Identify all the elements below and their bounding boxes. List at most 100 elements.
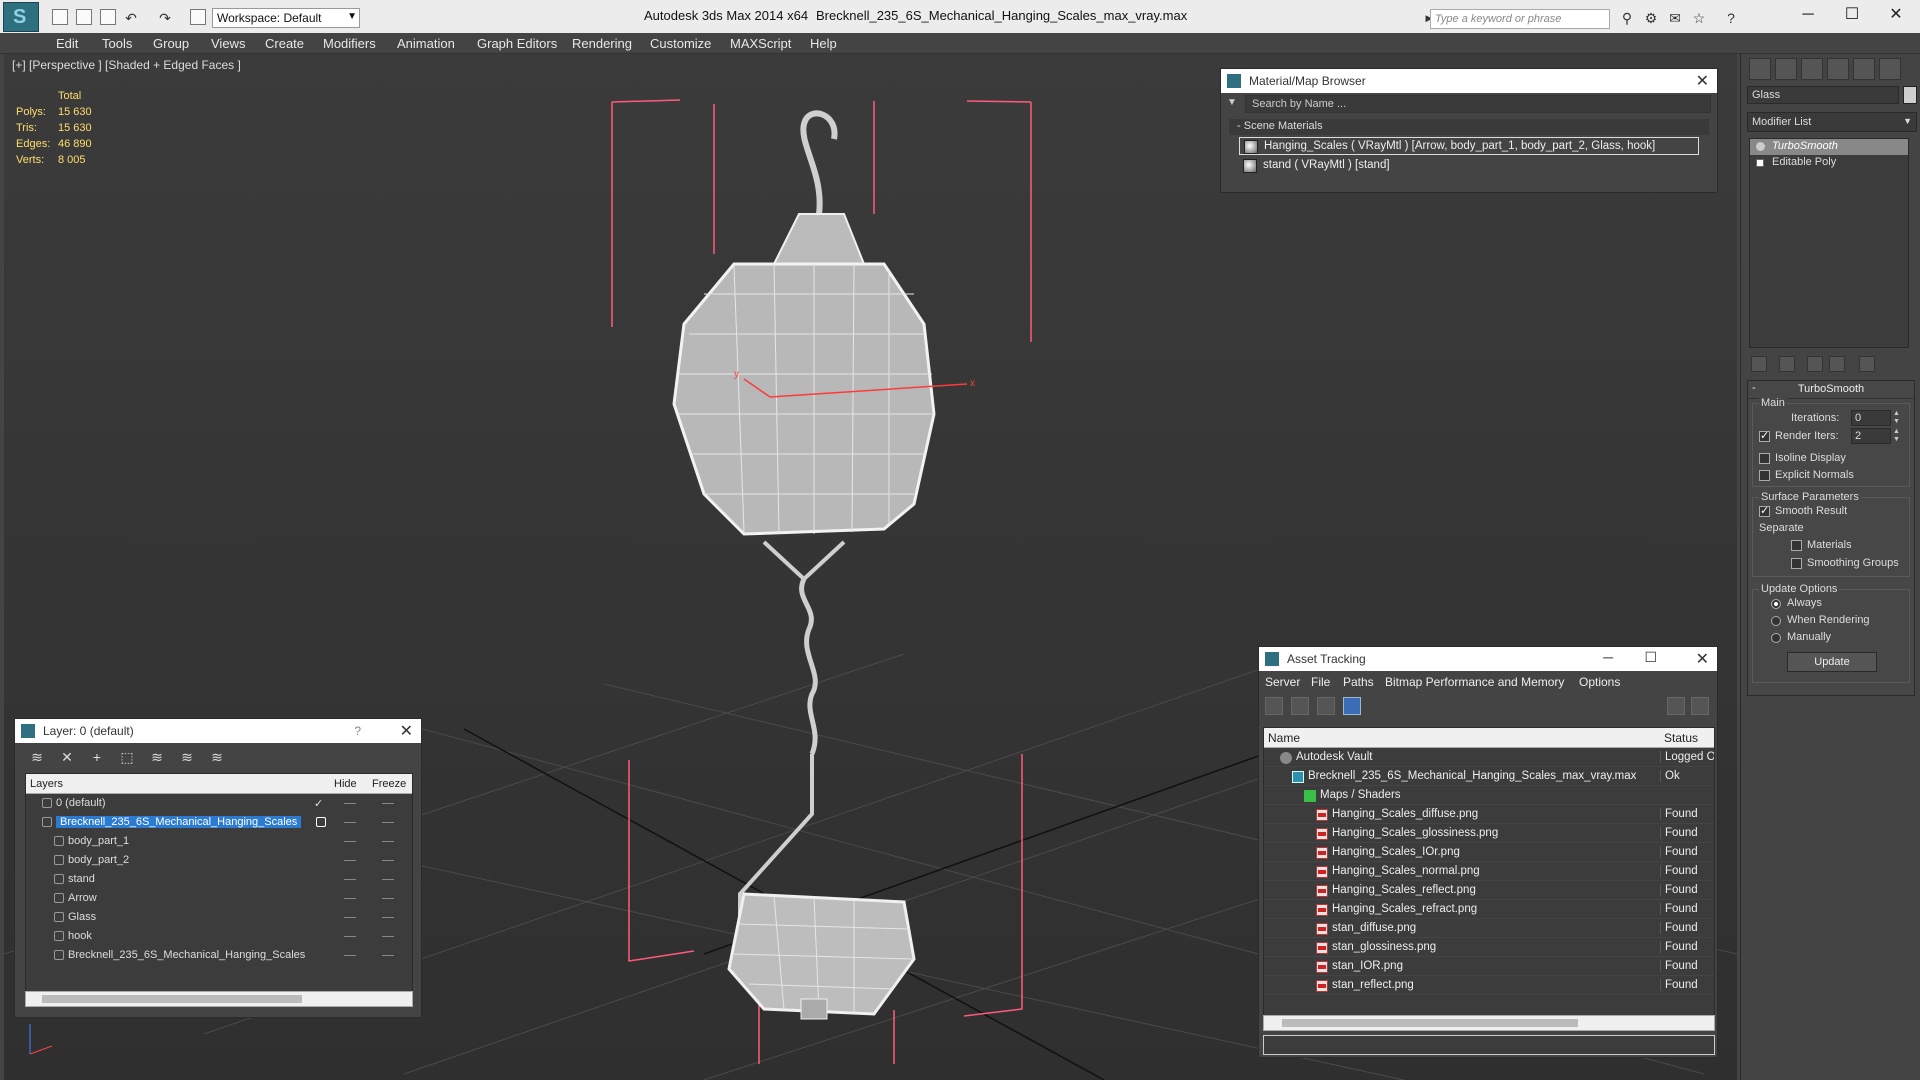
column-layers[interactable]: Layers (30, 778, 63, 790)
favorites-icon[interactable]: ☆ (1690, 10, 1708, 26)
layer-horizontal-scrollbar[interactable] (25, 991, 413, 1007)
freeze-toggle[interactable] (382, 860, 394, 861)
isoline-display-checkbox[interactable] (1759, 453, 1770, 464)
search-options-icon[interactable]: ▼ (1227, 97, 1237, 108)
spinner-arrows-icon[interactable]: ▲ ▼ (1893, 428, 1901, 444)
vault-settings-icon[interactable] (1691, 697, 1709, 715)
layer-row[interactable]: Brecknell_235_6S_Mechanical_Hanging_Scal… (26, 813, 412, 832)
asset-menu-file[interactable]: File (1311, 675, 1330, 689)
material-item[interactable]: stand ( VRayMtl ) [stand] (1239, 157, 1699, 175)
hide-toggle[interactable] (344, 898, 356, 899)
maximize-button[interactable]: ☐ (1644, 649, 1657, 666)
menu-rendering[interactable]: Rendering (572, 36, 632, 51)
material-search-input[interactable]: Search by Name ... (1245, 95, 1711, 113)
asset-row[interactable]: Hanging_Scales_diffuse.png Found (1264, 805, 1714, 824)
help-icon[interactable]: ? (354, 724, 361, 738)
table-view-icon[interactable] (1317, 697, 1335, 715)
stack-item-editable-poly[interactable]: Editable Poly (1750, 155, 1908, 171)
menu-edit[interactable]: Edit (56, 36, 78, 51)
separate-smoothing-groups-checkbox[interactable] (1791, 558, 1802, 569)
asset-row[interactable]: Hanging_Scales_reflect.png Found (1264, 881, 1714, 900)
workspace-dropdown[interactable]: Workspace: Default ▼ (212, 8, 360, 28)
asset-menu-options[interactable]: Options (1579, 675, 1620, 689)
smooth-result-checkbox[interactable] (1759, 504, 1770, 517)
menu-graph-editors[interactable]: Graph Editors (477, 36, 557, 51)
asset-row[interactable]: Brecknell_235_6S_Mechanical_Hanging_Scal… (1264, 767, 1714, 786)
keyword-search-input[interactable]: Type a keyword or phrase (1430, 9, 1610, 29)
object-name-field[interactable]: Glass (1747, 86, 1899, 104)
save-file-icon[interactable] (100, 9, 116, 25)
modifier-list-dropdown[interactable]: Modifier List ▼ (1747, 112, 1917, 132)
binoculars-icon[interactable]: ⚲ (1618, 10, 1636, 26)
layer-row[interactable]: 0 (default) ✓ (26, 794, 412, 813)
asset-row[interactable]: Hanging_Scales_refract.png Found (1264, 900, 1714, 919)
freeze-toggle[interactable] (382, 955, 394, 956)
update-button[interactable]: Update (1787, 652, 1877, 672)
freeze-toggle[interactable] (382, 803, 394, 804)
freeze-all-icon[interactable]: ≋ (209, 749, 225, 765)
pin-stack-icon[interactable] (1751, 356, 1767, 372)
undo-icon[interactable]: ↶ (122, 10, 140, 26)
update-when-rendering-radio[interactable] (1771, 616, 1781, 626)
asset-row[interactable]: Hanging_Scales_IOr.png Found (1264, 843, 1714, 862)
open-file-icon[interactable] (76, 9, 92, 25)
asset-row[interactable]: Hanging_Scales_glossiness.png Found (1264, 824, 1714, 843)
close-icon[interactable]: ✕ (1696, 649, 1709, 669)
asset-row[interactable]: Hanging_Scales_normal.png Found (1264, 862, 1714, 881)
make-unique-icon[interactable] (1807, 356, 1823, 372)
scrollbar-thumb[interactable] (42, 995, 302, 1003)
update-always-radio[interactable] (1771, 599, 1781, 609)
layer-row[interactable]: body_part_1 (26, 832, 412, 851)
lightbulb-icon[interactable] (1756, 142, 1765, 151)
menu-help[interactable]: Help (810, 36, 837, 51)
object-color-swatch[interactable] (1903, 86, 1917, 104)
utilities-tab-icon[interactable] (1879, 58, 1901, 80)
create-tab-icon[interactable] (1749, 58, 1771, 80)
display-tab-icon[interactable] (1853, 58, 1875, 80)
column-hide[interactable]: Hide (334, 778, 357, 790)
show-end-result-icon[interactable] (1779, 356, 1795, 372)
menu-views[interactable]: Views (211, 36, 245, 51)
add-to-layer-icon[interactable]: + (89, 749, 105, 765)
hide-all-icon[interactable]: ≋ (179, 749, 195, 765)
subscription-icon[interactable]: ⚙ (1642, 10, 1660, 26)
column-status[interactable]: Status (1664, 731, 1698, 745)
freeze-toggle[interactable] (382, 898, 394, 899)
project-folder-icon[interactable] (190, 9, 206, 25)
hide-toggle[interactable] (344, 803, 356, 804)
hide-toggle[interactable] (344, 841, 356, 842)
scrollbar-thumb[interactable] (1282, 1019, 1578, 1027)
expand-icon[interactable] (1756, 159, 1764, 167)
hierarchy-tab-icon[interactable] (1801, 58, 1823, 80)
asset-row[interactable]: stan_IOR.png Found (1264, 957, 1714, 976)
render-iters-checkbox[interactable] (1759, 429, 1770, 442)
viewport-label[interactable]: [+] [Perspective ] [Shaded + Edged Faces… (12, 58, 241, 72)
create-layer-icon[interactable]: ≋ (29, 749, 45, 765)
menu-group[interactable]: Group (153, 36, 189, 51)
column-name[interactable]: Name (1268, 731, 1300, 745)
remove-modifier-icon[interactable] (1829, 356, 1845, 372)
select-objects-icon[interactable]: ⬚ (119, 749, 135, 765)
stack-item-turbosmooth[interactable]: TurboSmooth (1750, 139, 1908, 155)
freeze-toggle[interactable] (382, 822, 394, 823)
separate-materials-checkbox[interactable] (1791, 540, 1802, 551)
render-iters-spinner[interactable]: 2 (1851, 428, 1891, 444)
vault-help-icon[interactable] (1667, 697, 1685, 715)
menu-create[interactable]: Create (265, 36, 304, 51)
material-browser-titlebar[interactable]: Material/Map Browser ✕ (1221, 69, 1717, 93)
layer-row[interactable]: Glass (26, 908, 412, 927)
refresh-icon[interactable] (1265, 697, 1283, 715)
redo-icon[interactable]: ↷ (156, 10, 174, 26)
hide-toggle[interactable] (344, 822, 356, 823)
freeze-toggle[interactable] (382, 879, 394, 880)
asset-menu-bitmap[interactable]: Bitmap Performance and Memory (1385, 675, 1564, 689)
iterations-spinner[interactable]: 0 (1851, 410, 1891, 426)
layer-row[interactable]: Brecknell_235_6S_Mechanical_Hanging_Scal… (26, 946, 412, 965)
highlight-layer-icon[interactable]: ≋ (149, 749, 165, 765)
update-manually-radio[interactable] (1771, 633, 1781, 643)
freeze-toggle[interactable] (382, 917, 394, 918)
close-icon[interactable]: ✕ (1696, 71, 1709, 91)
hide-toggle[interactable] (344, 860, 356, 861)
layer-row[interactable]: stand (26, 870, 412, 889)
make-current-icon[interactable] (316, 817, 326, 827)
